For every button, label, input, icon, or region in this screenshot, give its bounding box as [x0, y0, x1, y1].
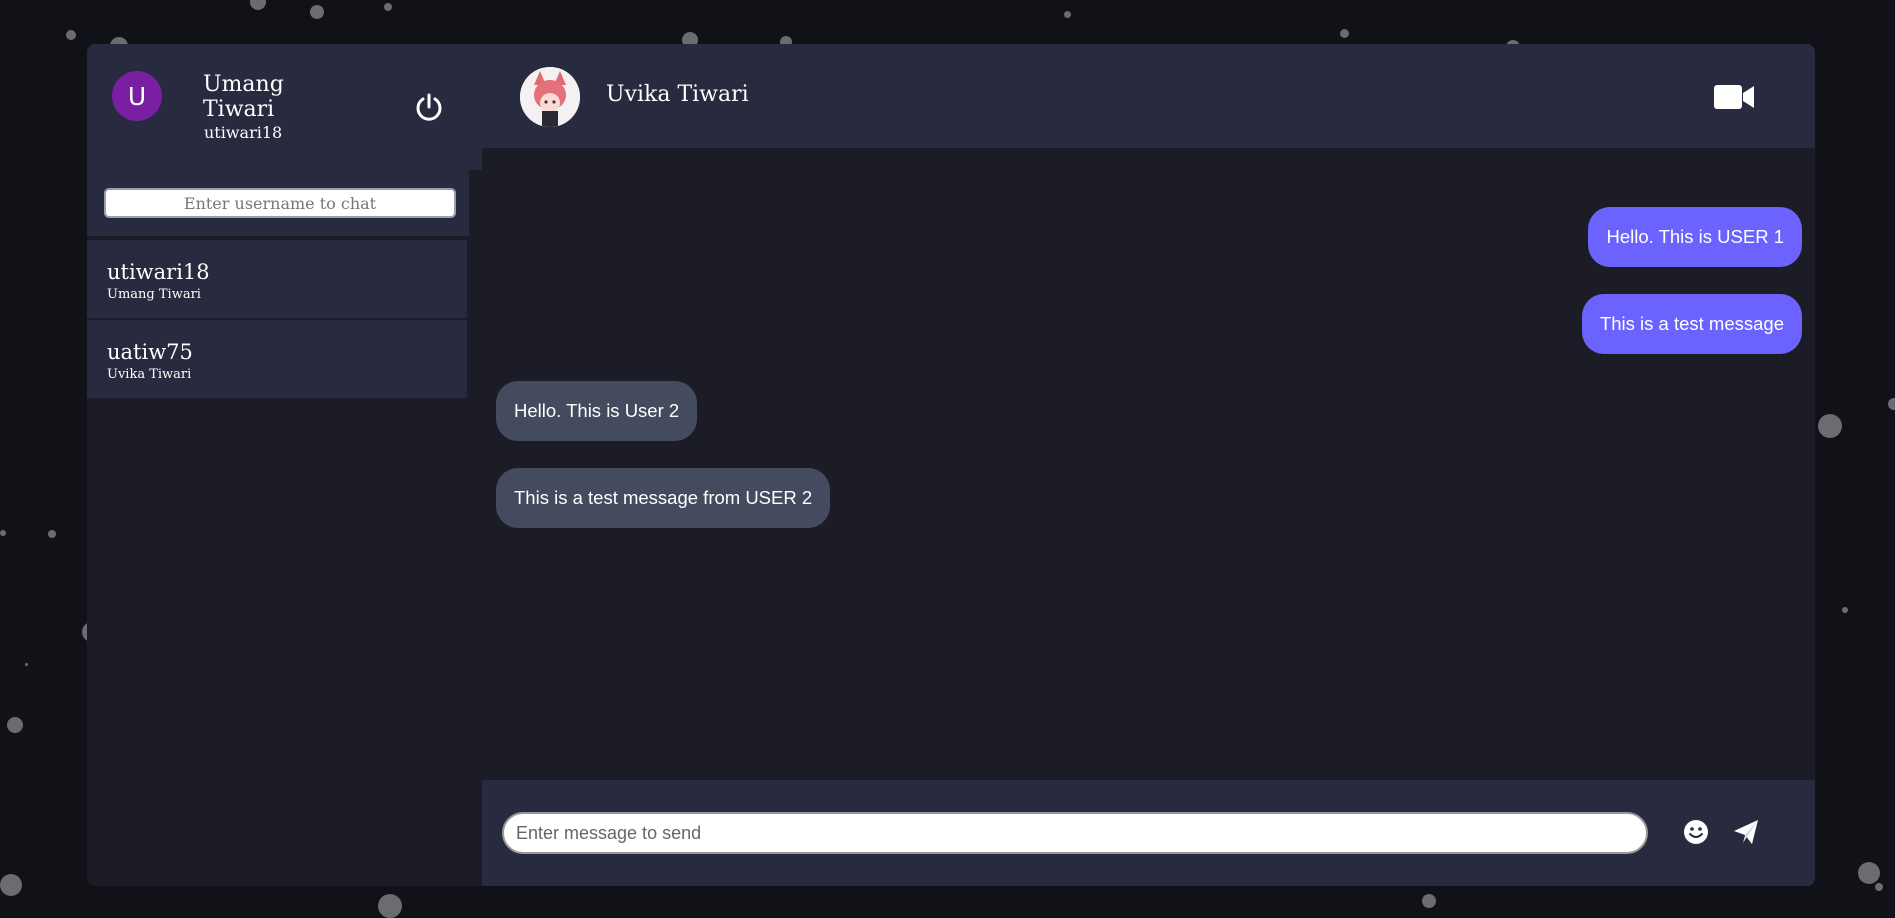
partner-avatar [520, 67, 580, 127]
video-camera-icon[interactable] [1712, 82, 1756, 112]
incoming-message: This is a test message from USER 2 [496, 468, 831, 528]
message-list: Hello. This is USER 1 This is a test mes… [482, 148, 1815, 780]
chat-partner-name: Uvika Tiwari [606, 82, 749, 107]
sidebar: U Umang Tiwari utiwari18 utiwari18 Umang… [87, 44, 482, 886]
username-search-input[interactable] [104, 188, 456, 218]
partner-avatar-image [520, 67, 580, 127]
outgoing-message: Hello. This is USER 1 [1588, 207, 1802, 267]
contact-username: uatiw75 [107, 340, 193, 364]
chat-header: Uvika Tiwari [482, 44, 1815, 148]
incoming-message: Hello. This is User 2 [496, 381, 698, 441]
contact-name: Umang Tiwari [107, 287, 201, 302]
paper-plane-icon[interactable] [1732, 818, 1760, 846]
profile-full-name: Umang Tiwari [203, 72, 284, 122]
power-icon[interactable] [414, 92, 444, 122]
contact-item[interactable]: uatiw75 Uvika Tiwari [87, 320, 467, 398]
contact-item[interactable]: utiwari18 Umang Tiwari [87, 240, 467, 318]
contact-name: Uvika Tiwari [107, 367, 192, 382]
avatar: U [112, 71, 162, 121]
message-composer [482, 780, 1815, 886]
profile-panel: U Umang Tiwari utiwari18 [87, 44, 482, 170]
contact-username: utiwari18 [107, 260, 210, 284]
profile-username: utiwari18 [204, 123, 283, 142]
message-input[interactable] [502, 812, 1648, 854]
outgoing-message: This is a test message [1581, 294, 1802, 354]
smiley-icon[interactable] [1682, 818, 1710, 846]
chat-app-window: U Umang Tiwari utiwari18 utiwari18 Umang… [87, 44, 1815, 886]
